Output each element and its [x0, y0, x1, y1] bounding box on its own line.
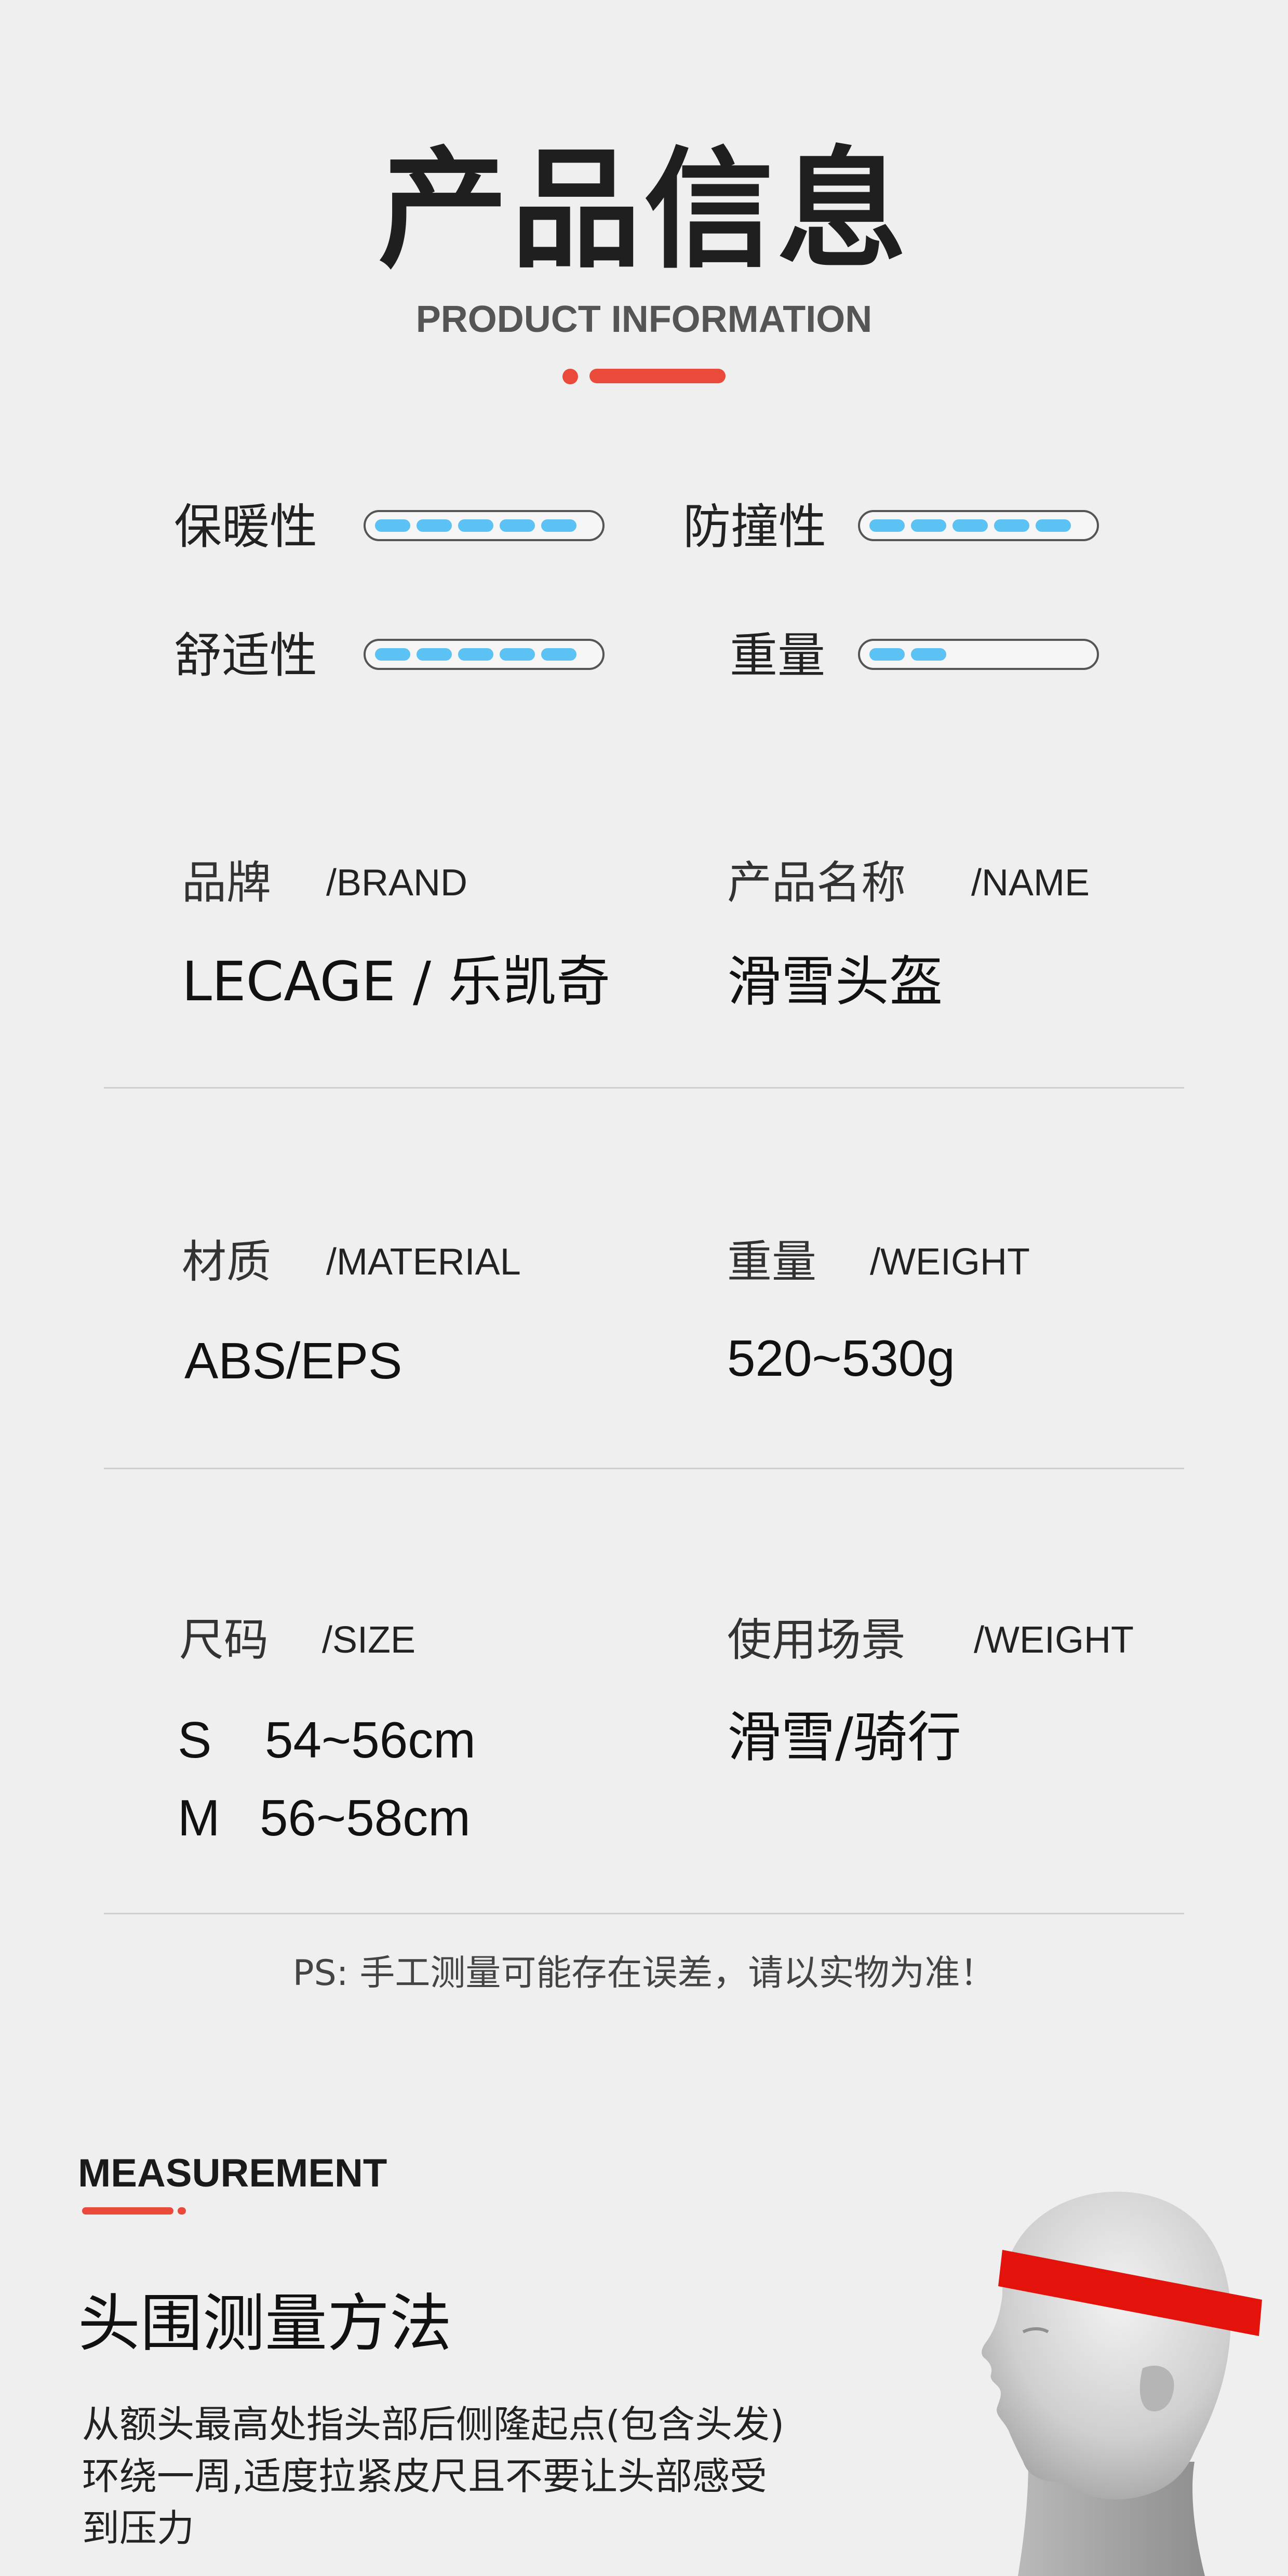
title-accent-dot [562, 369, 578, 384]
size-m-range: 56~58cm [260, 1789, 471, 1846]
brand-label: 品牌 [182, 857, 271, 909]
rating-segment [417, 648, 452, 661]
material-label-en: /MATERIAL [326, 1241, 521, 1283]
material-value: ABS/EPS [184, 1332, 403, 1389]
measurement-heading: MEASUREMENT [78, 2151, 387, 2195]
material-label: 材质 [182, 1236, 271, 1288]
rating-label-weight: 重量 [730, 628, 826, 683]
page-subtitle: PRODUCT INFORMATION [415, 299, 873, 340]
name-label: 产品名称 [727, 857, 906, 909]
measurement-accent-dot [178, 2207, 186, 2215]
rating-segment [952, 519, 988, 532]
rating-segment [541, 519, 576, 532]
rating-segment [541, 648, 576, 661]
measurement-desc-line: 从额头最高处指头部后侧隆起点(包含头发) [82, 2403, 785, 2446]
measurement-title: 头围测量方法 [78, 2288, 452, 2360]
rating-bar-comfort [364, 639, 605, 670]
scene-label: 使用场景 [727, 1614, 906, 1666]
rating-label-comfort: 舒适性 [174, 628, 318, 683]
size-m-letter: M [178, 1789, 220, 1846]
rating-bar-warmth [364, 510, 605, 541]
name-value: 滑雪头盔 [727, 950, 944, 1013]
rating-segment [911, 648, 946, 661]
rating-segment [375, 648, 410, 661]
rating-label-impact: 防撞性 [683, 499, 827, 555]
rating-segment [458, 648, 493, 661]
rating-label-warmth: 保暖性 [174, 499, 318, 555]
size-label-en: /SIZE [322, 1619, 416, 1661]
mannequin-head-illustration [982, 2192, 1262, 2576]
rating-segment [417, 519, 452, 532]
rating-segment [869, 519, 905, 532]
rating-bar-impact [858, 510, 1099, 541]
measurement-note: PS: 手工测量可能存在误差，请以实物为准！ [292, 1953, 996, 1994]
title-accent-bar [589, 369, 726, 383]
scene-value: 滑雪/骑行 [727, 1706, 962, 1769]
scene-label-en: /WEIGHT [974, 1619, 1134, 1661]
rating-segment [500, 648, 535, 661]
weight-value: 520~530g [727, 1330, 955, 1387]
weight-label-en: /WEIGHT [870, 1241, 1030, 1283]
size-s-letter: S [178, 1711, 212, 1768]
brand-label-en: /BRAND [326, 862, 468, 904]
weight-label: 重量 [727, 1236, 816, 1288]
page-title: 产品信息 [378, 135, 910, 286]
size-label: 尺码 [179, 1614, 269, 1666]
divider [104, 1087, 1184, 1089]
brand-value: LECAGE / 乐凯奇 [182, 950, 611, 1013]
name-label-en: /NAME [971, 862, 1090, 904]
rating-segment [458, 519, 493, 532]
rating-segment [1036, 519, 1071, 532]
size-s-range: 54~56cm [265, 1711, 476, 1768]
rating-segment [911, 519, 946, 532]
divider [104, 1468, 1184, 1469]
rating-segment [500, 519, 535, 532]
rating-segment [994, 519, 1029, 532]
mannequin-head [982, 2192, 1231, 2500]
rating-bar-weight [858, 639, 1099, 670]
measurement-desc-line: 到压力 [82, 2506, 195, 2550]
measurement-desc-line: 环绕一周,适度拉紧皮尺且不要让头部感受 [82, 2454, 767, 2498]
rating-segment [869, 648, 905, 661]
measurement-accent-bar [82, 2207, 173, 2215]
rating-segment [375, 519, 410, 532]
divider [104, 1913, 1184, 1914]
